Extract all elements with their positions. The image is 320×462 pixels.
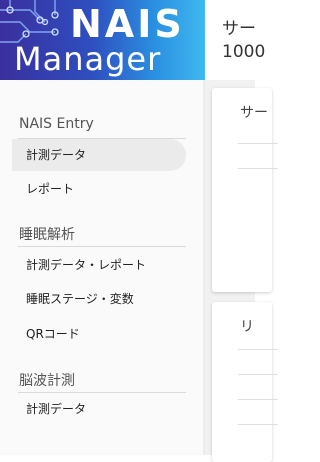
- card-divider: [238, 168, 278, 169]
- sidebar-item-nais-report[interactable]: レポート: [12, 173, 186, 205]
- sidebar-section-title: 睡眠解析: [19, 227, 75, 243]
- sidebar-item-qr-code[interactable]: QRコード: [12, 318, 186, 350]
- header-bar: サー 1000: [205, 0, 265, 81]
- header-text-line2: 1000: [222, 42, 266, 62]
- logo-wordmark-manager: Manager: [14, 40, 162, 78]
- app-logo[interactable]: NAIS Manager: [0, 0, 205, 80]
- main-content: サー リ: [205, 80, 278, 462]
- content-card: リ: [212, 302, 278, 462]
- card-divider: [238, 374, 278, 375]
- content-card: サー: [212, 88, 278, 292]
- card-divider: [238, 143, 278, 144]
- sidebar-item-sleep-data-report[interactable]: 計測データ・レポート: [12, 249, 186, 281]
- sidebar-section-title: NAIS Entry: [19, 116, 94, 132]
- card-title: サー: [240, 105, 268, 121]
- sidebar-section-title: 脳波計測: [19, 373, 75, 389]
- card-title: リ: [240, 319, 254, 335]
- sidebar-item-nais-measurement[interactable]: 計測データ: [12, 139, 186, 171]
- sidebar: NAIS Entry 計測データ レポート 睡眠解析 計測データ・レポート 睡眠…: [0, 80, 203, 455]
- card-divider: [238, 399, 278, 400]
- card-divider: [238, 349, 278, 350]
- section-divider: [18, 246, 186, 247]
- sidebar-item-sleep-stage[interactable]: 睡眠ステージ・変数: [12, 283, 186, 315]
- sidebar-item-eeg-measurement[interactable]: 計測データ: [12, 393, 186, 425]
- card-divider: [238, 424, 278, 425]
- header-text-line1: サー: [222, 19, 256, 39]
